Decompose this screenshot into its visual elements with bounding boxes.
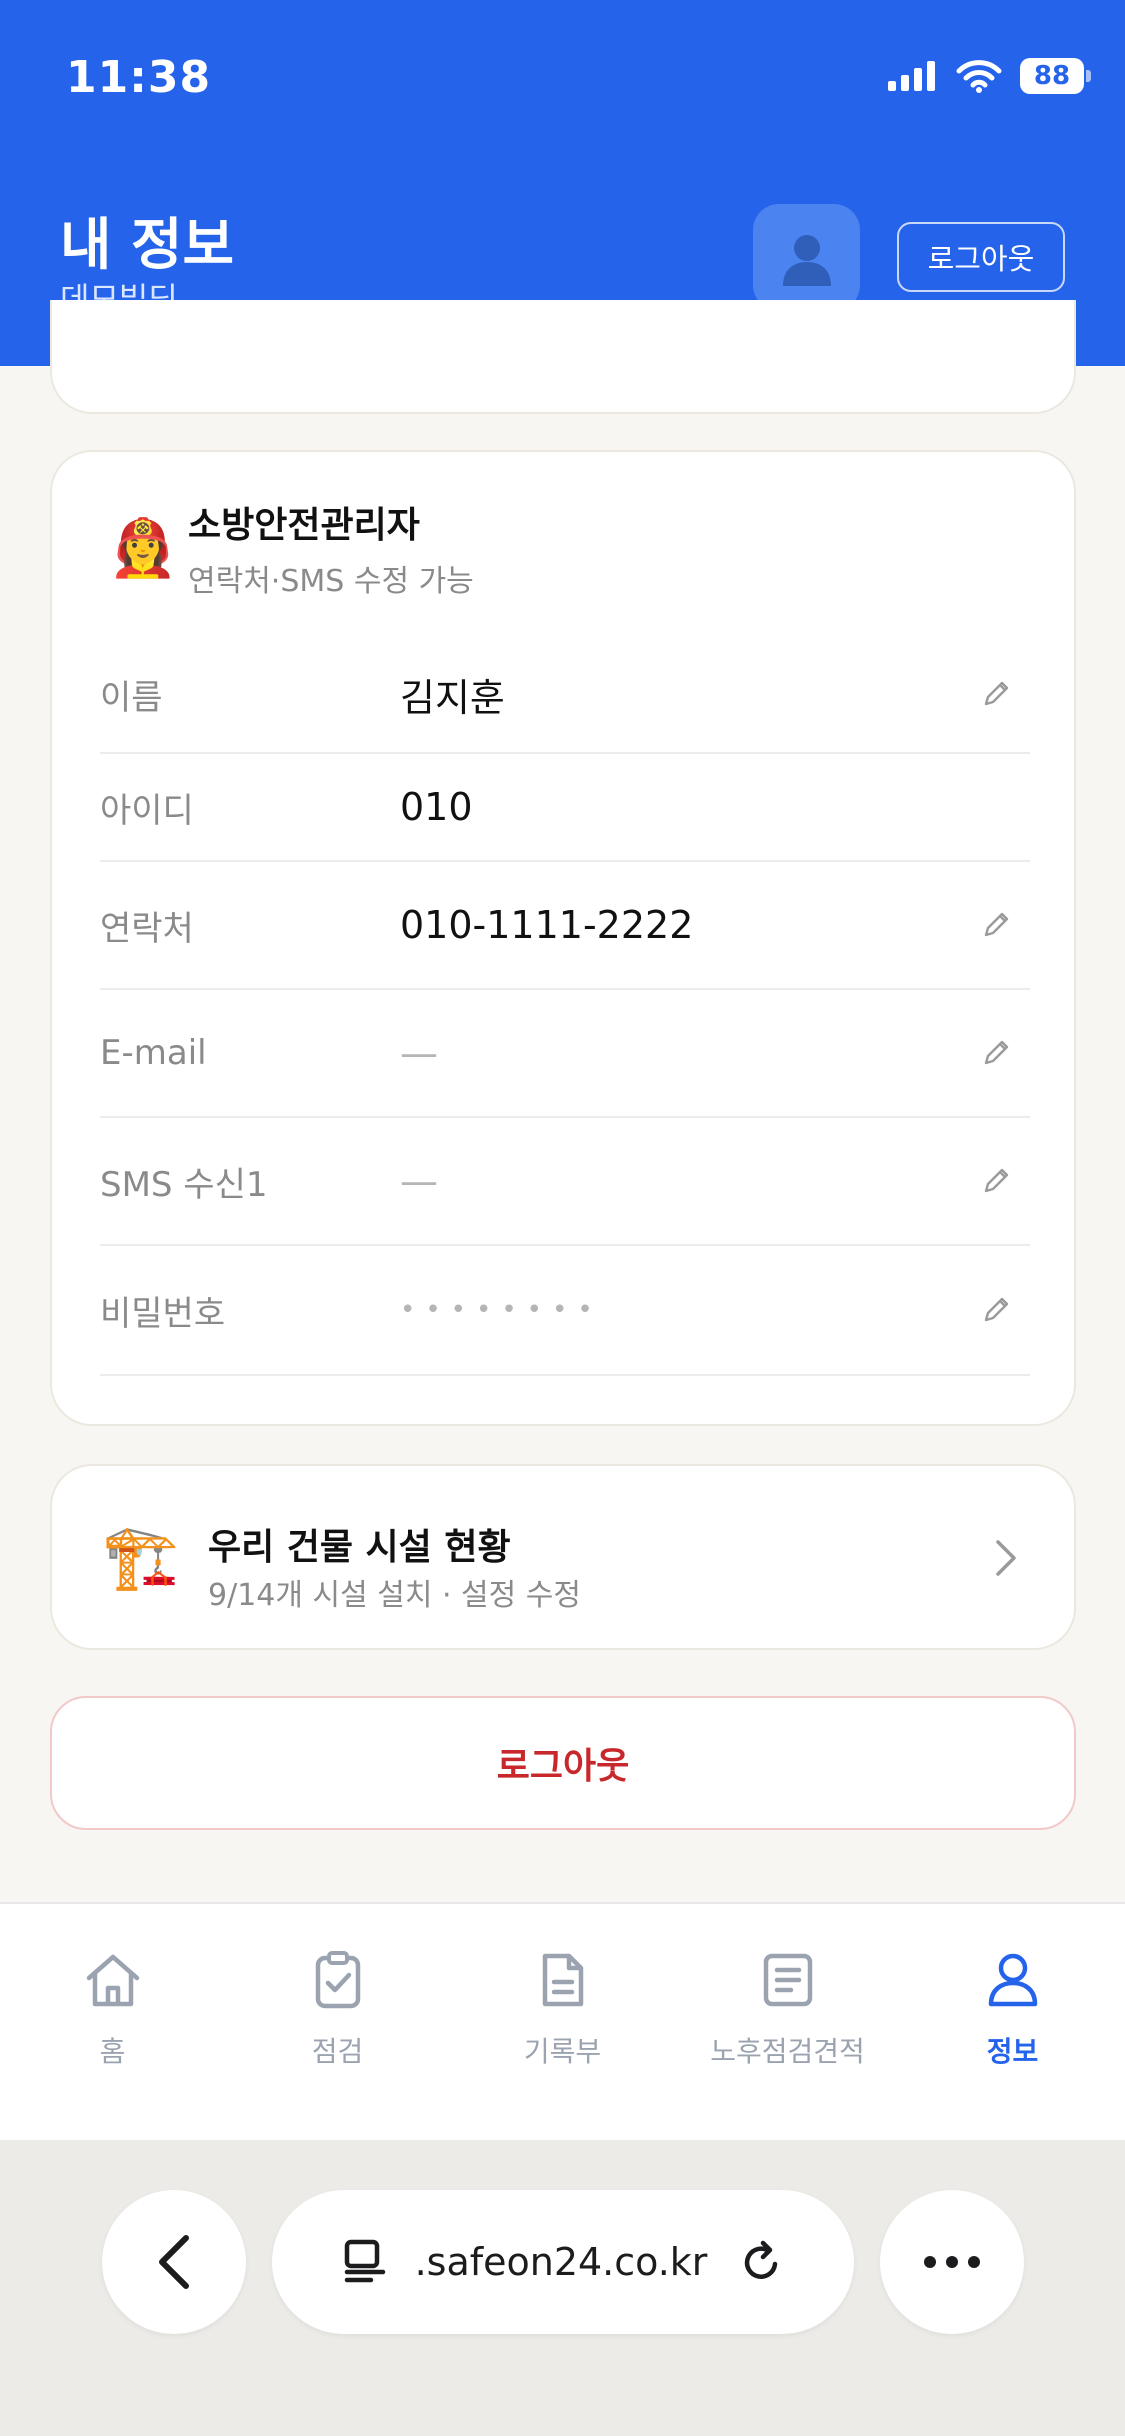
field-value: 김지훈: [400, 675, 505, 720]
facility-title: 우리 건물 시설 현황: [208, 1527, 511, 1568]
page-title: 내 정보: [60, 213, 235, 278]
field-label: 비밀번호: [100, 1293, 226, 1334]
field-label: E-mail: [100, 1033, 207, 1073]
role-title: 소방안전관리자: [188, 505, 420, 546]
field-label: 아이디: [100, 790, 194, 831]
field-row-sms: SMS 수신1 —: [100, 1118, 1030, 1246]
field-value: —: [400, 1159, 438, 1203]
tab-records[interactable]: 기록부: [450, 1940, 675, 2070]
field-value: —: [400, 1031, 438, 1075]
avatar[interactable]: [753, 204, 860, 311]
profile-card: 👩‍🚒 소방안전관리자 연락처·SMS 수정 가능 이름 김지훈 아이디 010…: [50, 450, 1076, 1426]
chevron-left-icon: [159, 2235, 189, 2289]
facility-summary: 9/14개 시설 설치 · 설정 수정: [208, 1578, 581, 1613]
tab-label: 노후점검견적: [710, 2035, 865, 2068]
edit-pencil-icon[interactable]: [976, 1290, 1016, 1330]
tab-aging-estimate[interactable]: 노후점검견적: [675, 1940, 900, 2070]
reload-icon[interactable]: [737, 2238, 785, 2286]
edit-pencil-icon[interactable]: [976, 905, 1016, 945]
battery-icon: 88: [1020, 58, 1091, 94]
construction-crane-icon: 🏗️: [102, 1520, 180, 1593]
tab-overview-icon: [344, 2239, 385, 2283]
field-row-name: 이름 김지훈: [100, 636, 1030, 754]
logout-button[interactable]: 로그아웃: [50, 1696, 1076, 1830]
field-value: 010-1111-2222: [400, 903, 694, 947]
person-silhouette-icon: [782, 234, 831, 286]
tab-info[interactable]: 정보: [900, 1940, 1125, 2070]
tab-label: 홈: [99, 2035, 126, 2068]
role-header: 👩‍🚒 소방안전관리자 연락처·SMS 수정 가능: [108, 496, 474, 600]
header-logout-button[interactable]: 로그아웃: [897, 222, 1065, 292]
bottom-tab-bar: 홈 점검 기록부 노후점검견적 정보: [0, 1902, 1125, 2140]
wifi-icon: [956, 60, 1002, 93]
previous-card: [50, 300, 1076, 414]
field-value: 010: [400, 785, 473, 829]
facility-status-card[interactable]: 🏗️ 우리 건물 시설 현황 9/14개 시설 설치 · 설정 수정: [50, 1464, 1076, 1650]
url-text: .safeon24.co.kr: [414, 2240, 708, 2284]
field-label: SMS 수신1: [100, 1164, 268, 1205]
field-label: 이름: [100, 677, 163, 718]
address-bar[interactable]: .safeon24.co.kr: [272, 2190, 854, 2334]
list-document-icon: [675, 1940, 900, 2020]
browser-more-button[interactable]: [880, 2190, 1024, 2334]
status-time: 11:38: [66, 52, 212, 103]
tab-home[interactable]: 홈: [0, 1940, 225, 2070]
tab-inspection[interactable]: 점검: [225, 1940, 450, 2070]
profile-fields: 이름 김지훈 아이디 010 연락처 010-1111-2222 E-mail …: [100, 636, 1030, 1376]
edit-pencil-icon[interactable]: [976, 674, 1016, 714]
role-description: 연락처·SMS 수정 가능: [188, 564, 474, 599]
browser-toolbar: .safeon24.co.kr: [0, 2140, 1125, 2436]
document-icon: [450, 1940, 675, 2020]
tab-label: 점검: [311, 2035, 364, 2068]
tab-label: 기록부: [523, 2035, 602, 2068]
field-row-phone: 연락처 010-1111-2222: [100, 862, 1030, 990]
field-value: ••••••••: [400, 1295, 603, 1325]
edit-pencil-icon[interactable]: [976, 1161, 1016, 1201]
field-row-password: 비밀번호 ••••••••: [100, 1246, 1030, 1376]
home-icon: [0, 1940, 225, 2020]
field-label: 연락처: [100, 908, 194, 949]
clipboard-check-icon: [225, 1940, 450, 2020]
chevron-right-icon: [996, 1540, 1016, 1576]
browser-back-button[interactable]: [102, 2190, 246, 2334]
firefighter-icon: 👩‍🚒: [108, 516, 178, 581]
status-icons: 88: [888, 58, 1091, 94]
field-row-id: 아이디 010: [100, 754, 1030, 862]
user-icon: [900, 1940, 1125, 2020]
battery-level: 88: [1020, 58, 1084, 94]
field-row-email: E-mail —: [100, 990, 1030, 1118]
signal-icon: [888, 61, 935, 91]
edit-pencil-icon[interactable]: [976, 1033, 1016, 1073]
ellipsis-icon: [924, 2256, 980, 2268]
tab-label: 정보: [986, 2035, 1039, 2068]
